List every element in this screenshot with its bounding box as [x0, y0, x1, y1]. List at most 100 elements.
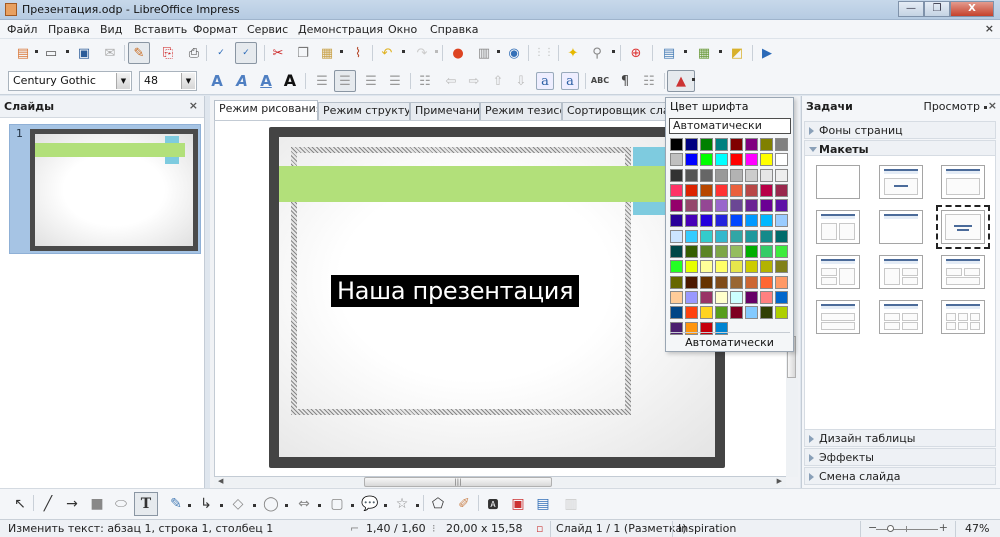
color-swatch[interactable] — [745, 229, 758, 243]
color-swatch[interactable] — [730, 290, 743, 304]
character-icon[interactable]: ABC — [591, 72, 609, 90]
minimize-button[interactable]: — — [898, 1, 924, 17]
tab-notes[interactable]: Примечания — [410, 102, 480, 120]
save-icon[interactable]: ▣ — [75, 44, 93, 62]
slide[interactable]: Наша презентация — [269, 127, 725, 468]
toggle-3d-icon[interactable]: ▥ — [561, 494, 581, 514]
color-swatch[interactable] — [715, 153, 728, 167]
color-swatch[interactable] — [745, 138, 758, 151]
close-panel-icon[interactable]: × — [988, 99, 997, 112]
color-swatch[interactable] — [700, 214, 713, 228]
menu-window[interactable]: Окно — [388, 23, 417, 36]
print-icon[interactable]: ⎙ — [185, 44, 203, 62]
color-swatch[interactable] — [745, 214, 758, 228]
color-swatch[interactable] — [715, 214, 728, 228]
view-dropdown-icon[interactable] — [984, 106, 987, 109]
layout-title-content-over-content[interactable] — [816, 300, 860, 334]
rectangle-icon[interactable]: ■ — [87, 494, 107, 514]
color-swatch[interactable] — [775, 214, 788, 228]
color-swatch[interactable] — [670, 275, 683, 289]
scroll-right-icon[interactable]: ▶ — [777, 477, 782, 485]
email-icon[interactable]: ✉ — [101, 44, 119, 62]
section-effects[interactable]: Эффекты — [804, 448, 996, 466]
color-swatch[interactable] — [685, 229, 698, 243]
color-swatch[interactable] — [745, 168, 758, 182]
current-color-field[interactable]: Автоматически — [669, 118, 791, 134]
bold-font-icon[interactable]: A — [281, 72, 299, 90]
color-swatch[interactable] — [760, 275, 773, 289]
color-swatch[interactable] — [700, 306, 713, 320]
color-swatch[interactable] — [670, 229, 683, 243]
move-up-icon[interactable]: ⇧ — [489, 72, 507, 90]
slide-title-text[interactable]: Наша презентация — [331, 275, 580, 307]
color-swatch[interactable] — [685, 153, 698, 167]
color-swatch[interactable] — [760, 260, 773, 274]
paste-icon[interactable]: ▦ — [318, 44, 336, 62]
color-swatch[interactable] — [670, 168, 683, 182]
chevron-down-icon[interactable]: ▼ — [116, 73, 130, 89]
color-swatch[interactable] — [775, 138, 788, 151]
tab-outline[interactable]: Режим структуры — [318, 102, 410, 120]
outline-font-icon[interactable]: A — [208, 72, 226, 90]
zoom-out-button[interactable]: − — [868, 521, 877, 534]
color-swatch[interactable] — [700, 260, 713, 274]
connector-icon[interactable]: ↳ — [196, 494, 216, 514]
color-swatch[interactable] — [715, 290, 728, 304]
color-swatch[interactable] — [715, 168, 728, 182]
scroll-left-icon[interactable]: ◀ — [218, 477, 223, 485]
color-swatch[interactable] — [670, 199, 683, 213]
align-left-icon[interactable]: ☰ — [313, 72, 331, 90]
color-swatch[interactable] — [775, 153, 788, 167]
color-swatch[interactable] — [745, 260, 758, 274]
justify-icon[interactable]: ☰ — [386, 72, 404, 90]
color-swatch[interactable] — [685, 245, 698, 259]
demote-icon[interactable]: ⇨ — [465, 72, 483, 90]
color-swatch[interactable] — [760, 183, 773, 197]
color-swatch[interactable] — [760, 138, 773, 151]
color-swatch[interactable] — [670, 153, 683, 167]
curve-icon[interactable]: ✎ — [166, 494, 186, 514]
color-swatch[interactable] — [730, 275, 743, 289]
color-swatch[interactable] — [685, 138, 698, 151]
color-swatch[interactable] — [745, 245, 758, 259]
color-swatch[interactable] — [700, 183, 713, 197]
close-window-button[interactable]: X — [950, 1, 994, 17]
color-swatch[interactable] — [685, 214, 698, 228]
horizontal-scroll-thumb[interactable]: ||| — [364, 477, 552, 487]
color-swatch[interactable] — [775, 168, 788, 182]
layout-title-4-content[interactable] — [879, 300, 923, 334]
layout-title-content[interactable] — [941, 165, 985, 199]
points-icon[interactable]: ⬠ — [428, 494, 448, 514]
color-swatch[interactable] — [685, 183, 698, 197]
color-swatch[interactable] — [760, 214, 773, 228]
automatic-color-button[interactable]: Автоматически — [666, 336, 793, 349]
layout-blank[interactable] — [816, 165, 860, 199]
color-swatch[interactable] — [715, 275, 728, 289]
zoom-in-button[interactable]: + — [939, 521, 948, 534]
start-presentation-icon[interactable]: ▶ — [758, 44, 776, 62]
section-page-backgrounds[interactable]: Фоны страниц — [804, 121, 996, 139]
color-swatch[interactable] — [760, 245, 773, 259]
layout-centered-text[interactable] — [936, 205, 990, 249]
color-swatch[interactable] — [715, 138, 728, 151]
table-icon[interactable]: ▥ — [475, 44, 493, 62]
flowchart-icon[interactable]: ▢ — [327, 494, 347, 514]
export-pdf-icon[interactable]: ⎘ — [159, 44, 177, 62]
view-menu-button[interactable]: Просмотр — [924, 100, 980, 113]
menu-file[interactable]: Файл — [7, 23, 37, 36]
tab-slide-sorter[interactable]: Сортировщик слайдов — [562, 102, 670, 120]
menu-view[interactable]: Вид — [100, 23, 122, 36]
promote-icon[interactable]: ⇦ — [442, 72, 460, 90]
color-swatch[interactable] — [670, 245, 683, 259]
color-swatch[interactable] — [775, 260, 788, 274]
copy-icon[interactable]: ❐ — [294, 44, 312, 62]
color-swatch[interactable] — [685, 290, 698, 304]
color-swatch[interactable] — [715, 306, 728, 320]
color-swatch[interactable] — [760, 290, 773, 304]
color-swatch[interactable] — [700, 138, 713, 151]
clone-formatting-icon[interactable]: ⌇ — [349, 44, 367, 62]
color-swatch[interactable] — [685, 260, 698, 274]
color-swatch[interactable] — [745, 153, 758, 167]
color-swatch[interactable] — [760, 229, 773, 243]
color-swatch[interactable] — [730, 229, 743, 243]
